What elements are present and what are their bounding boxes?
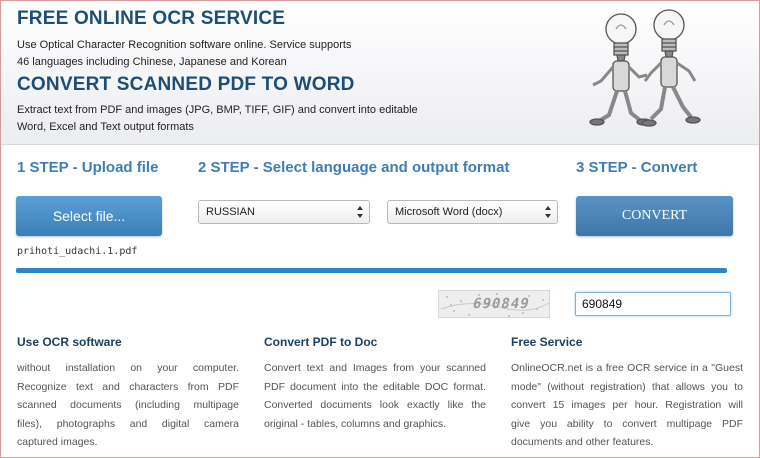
- updown-arrows-icon: [357, 206, 363, 218]
- captcha-text: 690849: [471, 296, 532, 312]
- select-file-label: Select file...: [52, 208, 126, 224]
- output-format-select-value: Microsoft Word (docx): [395, 206, 503, 218]
- feature-text-line: give you ability to convert multipage PD…: [511, 417, 743, 430]
- feature-title-free: Free Service: [511, 335, 583, 349]
- header-desc2-line1: Extract text from PDF and images (JPG, B…: [17, 104, 418, 116]
- feature-text-line: scanned documents (including multipage: [17, 399, 239, 411]
- language-select-value: RUSSIAN: [206, 206, 255, 218]
- captcha-image: 690849: [438, 290, 550, 318]
- header-banner: FREE ONLINE OCR SERVICE Use Optical Char…: [1, 1, 759, 145]
- feature-text-line: convert 15 images per hour. Registration…: [511, 399, 743, 411]
- step2-title: 2 STEP - Select language and output form…: [198, 159, 510, 176]
- feature-text-line: Convert text and Images from your scanne…: [264, 362, 486, 374]
- feature-title-convert: Convert PDF to Doc: [264, 335, 378, 349]
- feature-text-line: original - tables, columns and graphics.: [264, 417, 447, 430]
- header-desc-line1: Use Optical Character Recognition softwa…: [17, 39, 352, 51]
- page-title: FREE ONLINE OCR SERVICE: [17, 8, 286, 29]
- output-format-select[interactable]: Microsoft Word (docx): [387, 200, 558, 224]
- feature-text-line: mode" (without registration) that allows…: [511, 380, 743, 393]
- feature-text-line: Converted documents look exactly like th…: [264, 399, 486, 411]
- feature-text-line: PDF document into the editable DOC forma…: [264, 380, 486, 393]
- header-desc-line2: 46 languages including Chinese, Japanese…: [17, 56, 287, 68]
- feature-text-line: captured images.: [17, 436, 98, 448]
- step3-title: 3 STEP - Convert: [576, 159, 698, 176]
- feature-text-line: documents and other features.: [511, 436, 654, 448]
- feature-text-line: Recognize text and characters from PDF: [17, 380, 239, 393]
- feature-title-ocr: Use OCR software: [17, 335, 122, 349]
- feature-text-line: OnlineOCR.net is a free OCR service in a…: [511, 362, 743, 374]
- feature-text-line: without installation on your computer.: [17, 362, 239, 374]
- updown-arrows-icon: [545, 206, 551, 218]
- feature-text-line: files), photographs and digital camera: [17, 417, 239, 430]
- convert-button[interactable]: CONVERT: [576, 196, 733, 236]
- select-file-button[interactable]: Select file...: [16, 196, 162, 236]
- uploaded-filename: prihoti_udachi.1.pdf: [17, 246, 138, 257]
- feature-text-convert: Convert text and Images from your scanne…: [264, 359, 486, 433]
- lightbulb-mascot-icon: [589, 9, 701, 127]
- feature-text-ocr: without installation on your computer. R…: [17, 359, 239, 452]
- captcha-input[interactable]: [575, 292, 731, 316]
- header-desc2-line2: Word, Excel and Text output formats: [17, 121, 194, 133]
- upload-progress-bar: [16, 268, 727, 273]
- feature-text-free: OnlineOCR.net is a free OCR service in a…: [511, 359, 743, 452]
- language-select[interactable]: RUSSIAN: [198, 200, 370, 224]
- step1-title: 1 STEP - Upload file: [17, 159, 159, 176]
- convert-label: CONVERT: [621, 208, 688, 223]
- page-subtitle: CONVERT SCANNED PDF TO WORD: [17, 74, 355, 95]
